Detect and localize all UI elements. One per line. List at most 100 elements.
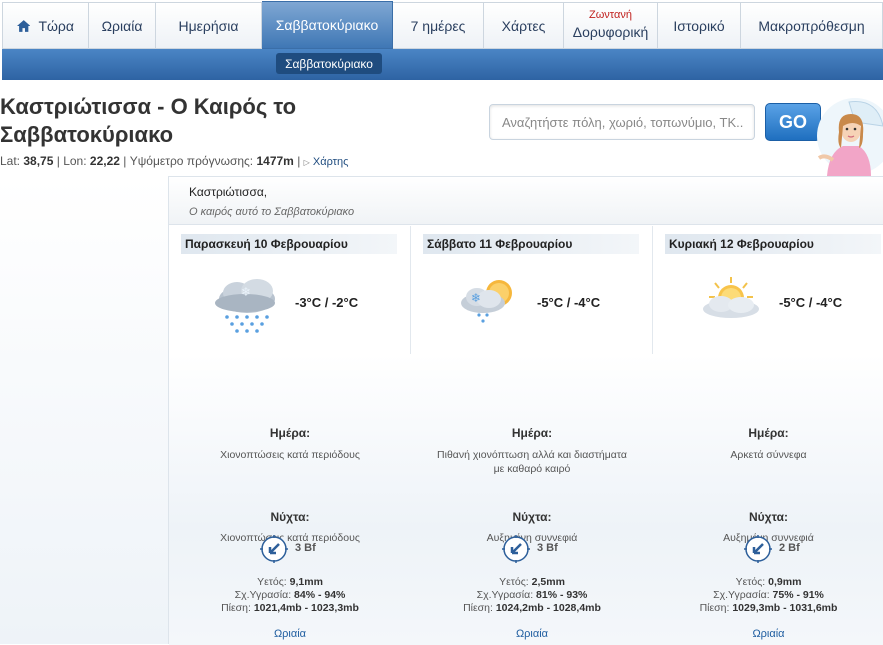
wind-force: 3 Bf	[295, 542, 316, 554]
tab-history-label: Ιστορικό	[673, 17, 725, 34]
precipitation: Υετός: 0,9mm	[653, 576, 883, 588]
tab-satellite-label: Δορυφορική	[572, 23, 649, 40]
rain-label: Υετός:	[499, 576, 529, 588]
mascot-girl-umbrella-icon	[817, 98, 883, 176]
page-title: Καστριώτισσα - Ο Καιρός το Σαββατοκύριακ…	[0, 94, 297, 147]
svg-text:❄: ❄	[471, 291, 481, 305]
wind-force: 2 Bf	[779, 542, 800, 554]
tab-daily[interactable]: Ημερήσια	[156, 2, 262, 49]
humidity-label: Σχ.Υγρασία:	[476, 589, 534, 601]
tab-longterm-label: Μακροπρόθεσμη	[758, 17, 865, 34]
day-card-friday: Παρασκευή 10 Φεβρουαρίου ❄ -3°C / -2°C Η…	[169, 226, 411, 645]
search-placeholder: Αναζητήστε πόλη, χωριό, τοπωνύμιο, ΤΚ..	[502, 114, 744, 130]
hourly-link[interactable]: Ωριαία	[169, 628, 411, 640]
lat-value: 38,75	[23, 154, 54, 168]
top-navigation: Τώρα Ωριαία Ημερήσια Σαββατοκύριακο 7 ημ…	[0, 0, 883, 80]
pressure-value: 1029,3mb - 1031,6mb	[732, 602, 838, 614]
rain-value: 0,9mm	[768, 576, 802, 588]
humidity-value: 75% - 91%	[772, 589, 824, 601]
humidity-value: 84% - 94%	[294, 589, 346, 601]
elevation-label: Υψόμετρο πρόγνωσης:	[129, 154, 254, 168]
tab-7days[interactable]: 7 ημέρες	[393, 2, 484, 49]
sun-cloud-icon	[703, 277, 759, 318]
tab-satellite[interactable]: Ζωντανή Δορυφορική	[564, 2, 658, 49]
home-icon	[17, 19, 31, 32]
tab-history[interactable]: Ιστορικό	[658, 2, 741, 49]
pressure-label: Πίεση:	[221, 602, 251, 614]
tab-hourly[interactable]: Ωριαία	[89, 2, 156, 49]
day-description: Χιονοπτώσεις κατά περιόδους	[220, 449, 360, 461]
day-title: Κυριακή 12 Φεβρουαρίου	[665, 234, 881, 254]
elevation-value: 1477m	[256, 154, 294, 168]
day-title: Παρασκευή 10 Φεβρουαρίου	[181, 234, 397, 254]
tab-weekend[interactable]: Σαββατοκύριακο	[262, 1, 393, 49]
temperature-range: -3°C / -2°C	[295, 295, 359, 310]
day-label: Ημέρα:	[269, 426, 311, 440]
weekend-forecast-panel: Καστριώτισσα, Ο καιρός αυτό το Σαββατοκύ…	[168, 176, 883, 645]
lon-value: 22,22	[89, 154, 120, 168]
day-description: Αρκετά σύννεφα	[730, 449, 807, 461]
left-background	[0, 176, 168, 644]
tab-7days-label: 7 ημέρες	[410, 17, 466, 34]
lon-label: Lon:	[63, 154, 87, 168]
search-input[interactable]: Αναζητήστε πόλη, χωριό, τοπωνύμιο, ΤΚ..	[489, 104, 755, 140]
location-name: Καστριώτισσα,	[189, 185, 268, 199]
wind-direction-icon	[260, 535, 288, 563]
humidity: Σχ.Υγρασία: 75% - 91%	[653, 589, 883, 601]
humidity: Σχ.Υγρασία: 81% - 93%	[411, 589, 653, 601]
day-description: Πιθανή χιονόπτωση αλλά και διαστήματα με…	[437, 449, 627, 475]
night-description: Χιονοπτώσεις κατά περιόδους	[220, 532, 360, 544]
play-icon: ▷	[303, 158, 310, 167]
tab-now[interactable]: Τώρα	[2, 2, 89, 49]
pressure-label: Πίεση:	[463, 602, 493, 614]
night-label: Νύχτα:	[270, 510, 310, 524]
day-card-saturday: Σάββατο 11 Φεβρουαρίου ❄ -5°C / -4°C Ημέ…	[411, 226, 653, 645]
day-label: Ημέρα:	[748, 426, 789, 440]
map-link-label: Χάρτης	[312, 156, 349, 168]
temperature-range: -5°C / -4°C	[537, 295, 601, 310]
tab-daily-label: Ημερήσια	[178, 17, 239, 34]
tab-maps-label: Χάρτες	[501, 17, 546, 34]
wind-force: 3 Bf	[537, 542, 558, 554]
rain-value: 9,1mm	[289, 576, 323, 588]
night-description: Αυξημένη συννεφιά	[486, 532, 578, 544]
sun-snow-cloud-icon: ❄	[461, 280, 512, 323]
humidity: Σχ.Υγρασία: 84% - 94%	[169, 589, 411, 601]
night-label: Νύχτα:	[749, 510, 788, 524]
humidity-value: 81% - 93%	[536, 589, 588, 601]
day-label: Ημέρα:	[511, 426, 553, 440]
pressure: Πίεση: 1029,3mb - 1031,6mb	[653, 602, 883, 614]
pressure-value: 1024,2mb - 1028,4mb	[495, 602, 601, 614]
snow-cloud-icon: ❄	[215, 279, 275, 333]
pressure-label: Πίεση:	[699, 602, 730, 614]
hourly-link[interactable]: Ωριαία	[411, 628, 653, 640]
tab-hourly-label: Ωριαία	[101, 17, 143, 34]
tab-now-label: Τώρα	[38, 17, 74, 34]
hourly-link[interactable]: Ωριαία	[653, 628, 883, 640]
temperature-range: -5°C / -4°C	[779, 295, 843, 310]
pressure-value: 1021,4mb - 1023,3mb	[253, 602, 359, 614]
rain-label: Υετός:	[735, 576, 766, 588]
pressure: Πίεση: 1021,4mb - 1023,3mb	[169, 602, 411, 614]
lat-label: Lat:	[0, 154, 21, 168]
subnav-weekend[interactable]: Σαββατοκύριακο	[276, 53, 382, 74]
sub-navigation: Σαββατοκύριακο	[2, 49, 883, 80]
live-badge: Ζωντανή	[589, 9, 632, 21]
rain-label: Υετός:	[257, 576, 287, 588]
humidity-label: Σχ.Υγρασία:	[713, 589, 770, 601]
forecast-header: Καστριώτισσα, Ο καιρός αυτό το Σαββατοκύ…	[169, 177, 883, 225]
humidity-label: Σχ.Υγρασία:	[234, 589, 292, 601]
tab-longterm[interactable]: Μακροπρόθεσμη	[741, 2, 883, 49]
tab-weekend-label: Σαββατοκύριακο	[275, 17, 379, 33]
night-label: Νύχτα:	[512, 510, 552, 524]
rain-value: 2,5mm	[531, 576, 565, 588]
wind-direction-icon	[744, 535, 772, 563]
nav-tabs: Τώρα Ωριαία Ημερήσια Σαββατοκύριακο 7 ημ…	[2, 1, 883, 49]
wind-direction-icon	[502, 535, 530, 563]
day-card-sunday: Κυριακή 12 Φεβρουαρίου -5°C / -4°C Ημέρα…	[653, 226, 883, 645]
location-coordinates: Lat: 38,75 | Lon: 22,22 | Υψόμετρο πρόγν…	[0, 154, 348, 168]
map-link[interactable]: ▷ Χάρτης	[304, 156, 349, 168]
tab-maps[interactable]: Χάρτες	[484, 2, 564, 49]
day-title: Σάββατο 11 Φεβρουαρίου	[423, 234, 639, 254]
precipitation: Υετός: 2,5mm	[411, 576, 653, 588]
